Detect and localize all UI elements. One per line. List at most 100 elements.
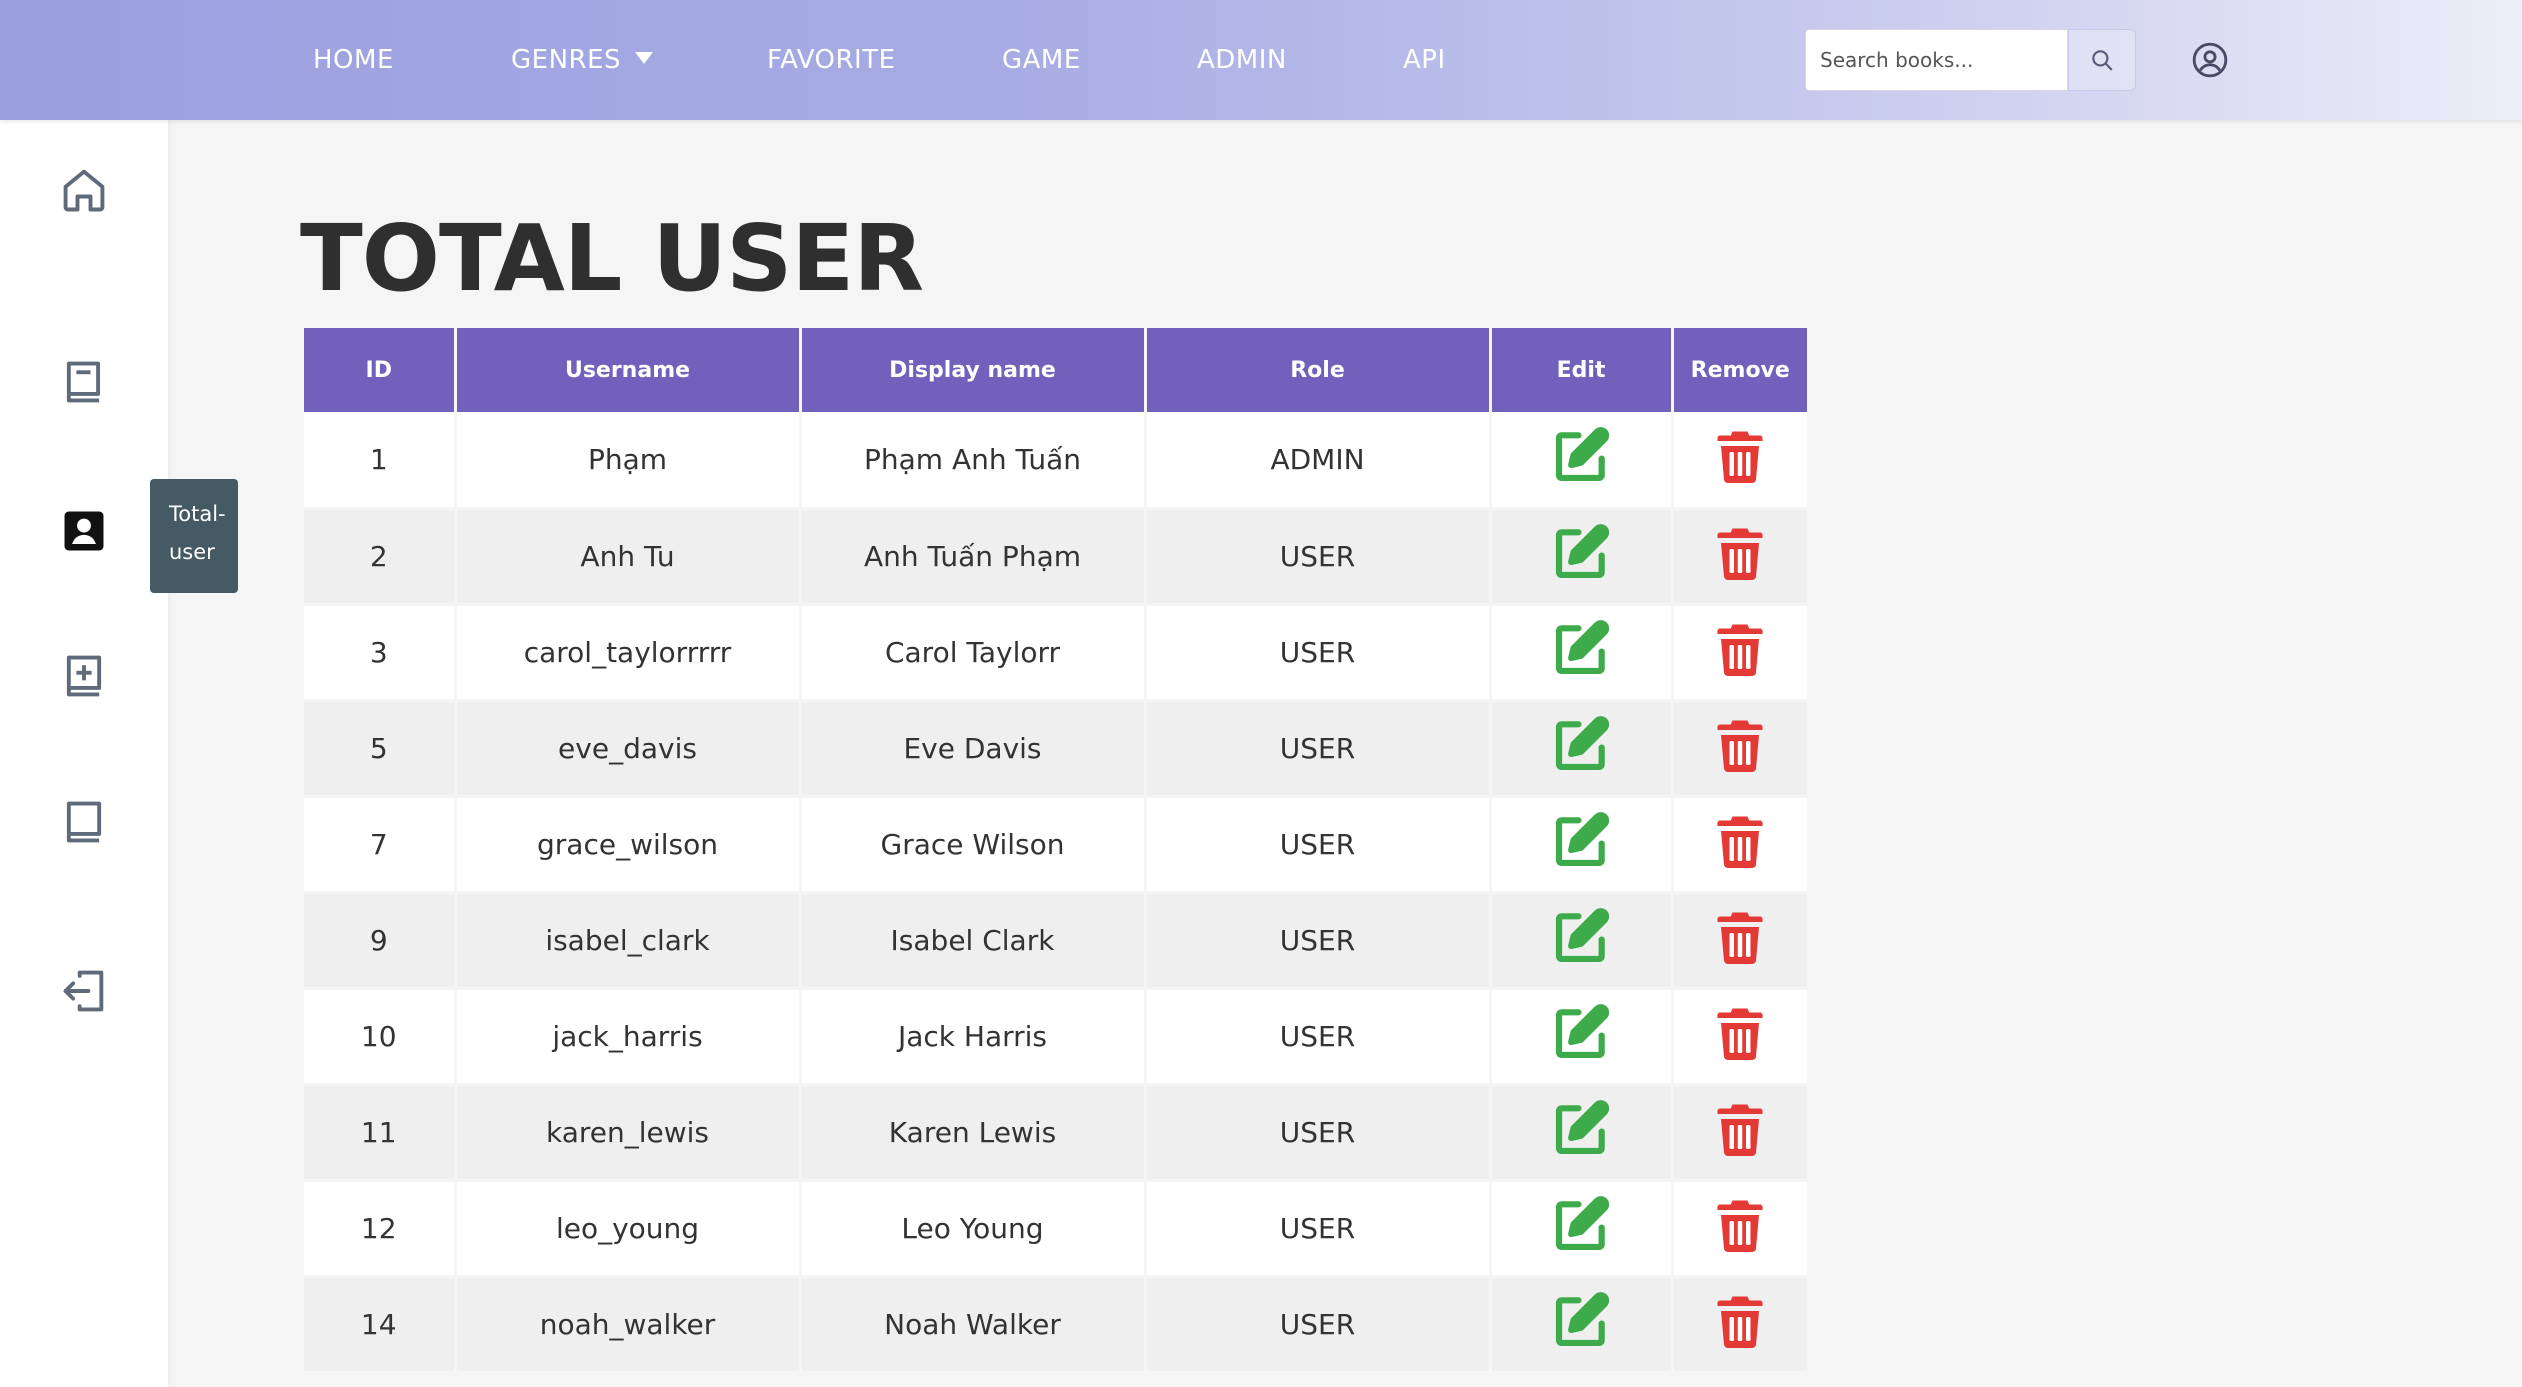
cell-edit xyxy=(1490,1180,1674,1278)
header-display-name: Display name xyxy=(800,328,1147,412)
trash-icon xyxy=(1717,1008,1763,1060)
cell-username: isabel_clark xyxy=(455,892,802,990)
edit-icon xyxy=(1555,1195,1610,1250)
cell-display-name: Karen Lewis xyxy=(800,1084,1147,1182)
user-account-button[interactable] xyxy=(2190,40,2230,80)
table-row: 9 isabel_clark Isabel Clark USER xyxy=(304,892,1807,990)
user-profile-icon xyxy=(64,511,104,551)
remove-button[interactable] xyxy=(1715,1293,1765,1349)
cell-role: USER xyxy=(1145,1276,1492,1374)
cell-display-name: Jack Harris xyxy=(800,988,1147,1086)
cell-edit xyxy=(1490,988,1674,1086)
cell-display-name: Leo Young xyxy=(800,1180,1147,1278)
edit-button[interactable] xyxy=(1550,810,1612,872)
cell-id: 9 xyxy=(304,892,457,990)
nav-genres-dropdown[interactable]: GENRES xyxy=(511,0,654,120)
edit-icon xyxy=(1555,1099,1610,1154)
edit-button[interactable] xyxy=(1550,906,1612,968)
remove-button[interactable] xyxy=(1715,621,1765,677)
search-button[interactable] xyxy=(2068,29,2136,91)
top-navbar: HOME GENRES FAVORITE GAME ADMIN API xyxy=(0,0,2522,120)
nav-game[interactable]: GAME xyxy=(1002,0,1081,120)
trash-icon xyxy=(1717,1296,1763,1348)
trash-icon xyxy=(1717,528,1763,580)
logout-icon xyxy=(63,970,104,1012)
cell-role: ADMIN xyxy=(1145,412,1492,510)
caret-down-icon xyxy=(635,51,654,64)
trash-icon xyxy=(1717,1104,1763,1156)
cell-display-name: Phạm Anh Tuấn xyxy=(800,412,1147,510)
edit-button[interactable] xyxy=(1550,1194,1612,1256)
cell-edit xyxy=(1490,796,1674,894)
cell-id: 5 xyxy=(304,700,457,798)
cell-role: USER xyxy=(1145,604,1492,702)
edit-button[interactable] xyxy=(1550,714,1612,776)
sidebar-item-home[interactable] xyxy=(54,160,114,220)
cell-id: 10 xyxy=(304,988,457,1086)
cell-remove xyxy=(1672,604,1807,702)
edit-icon xyxy=(1555,619,1610,674)
cell-remove xyxy=(1672,508,1807,606)
remove-button[interactable] xyxy=(1715,1101,1765,1157)
remove-button[interactable] xyxy=(1715,1005,1765,1061)
cell-remove xyxy=(1672,1276,1807,1374)
cell-display-name: Grace Wilson xyxy=(800,796,1147,894)
edit-button[interactable] xyxy=(1550,1098,1612,1160)
cell-edit xyxy=(1490,700,1674,798)
edit-button[interactable] xyxy=(1550,618,1612,680)
nav-home[interactable]: HOME xyxy=(313,0,394,120)
remove-button[interactable] xyxy=(1715,813,1765,869)
sidebar-item-total-user[interactable] xyxy=(54,501,114,561)
sidebar-tooltip: Total-user xyxy=(150,479,238,593)
cell-edit xyxy=(1490,604,1674,702)
book-outline-icon xyxy=(66,801,102,843)
nav-api[interactable]: API xyxy=(1403,0,1446,120)
edit-button[interactable] xyxy=(1550,522,1612,584)
remove-button[interactable] xyxy=(1715,909,1765,965)
table-row: 10 jack_harris Jack Harris USER xyxy=(304,988,1807,1086)
edit-button[interactable] xyxy=(1550,425,1612,487)
cell-remove xyxy=(1672,412,1807,510)
cell-display-name: Anh Tuấn Phạm xyxy=(800,508,1147,606)
edit-icon xyxy=(1555,1291,1610,1346)
header-edit: Edit xyxy=(1490,328,1674,412)
cell-remove xyxy=(1672,988,1807,1086)
table-row: 12 leo_young Leo Young USER xyxy=(304,1180,1807,1278)
nav-genres-label: GENRES xyxy=(511,45,622,75)
table-row: 1 Phạm Phạm Anh Tuấn ADMIN xyxy=(304,412,1807,510)
nav-admin[interactable]: ADMIN xyxy=(1197,0,1287,120)
cell-id: 2 xyxy=(304,508,457,606)
cell-role: USER xyxy=(1145,1084,1492,1182)
sidebar-item-books[interactable] xyxy=(54,352,114,412)
sidebar-item-library[interactable] xyxy=(54,792,114,852)
cell-remove xyxy=(1672,1180,1807,1278)
cell-role: USER xyxy=(1145,892,1492,990)
book-add-icon xyxy=(66,655,102,697)
search-icon xyxy=(2092,50,2113,71)
remove-button[interactable] xyxy=(1715,717,1765,773)
users-table: ID Username Display name Role Edit Remov… xyxy=(304,328,1807,1374)
cell-username: jack_harris xyxy=(455,988,802,1086)
edit-button[interactable] xyxy=(1550,1290,1612,1352)
remove-button[interactable] xyxy=(1715,525,1765,581)
book-icon xyxy=(66,361,101,403)
remove-button[interactable] xyxy=(1715,1197,1765,1253)
cell-id: 7 xyxy=(304,796,457,894)
user-circle-icon xyxy=(2192,42,2228,78)
sidebar-item-logout[interactable] xyxy=(54,961,114,1021)
edit-button[interactable] xyxy=(1550,1002,1612,1064)
sidebar-item-add-book[interactable] xyxy=(54,646,114,706)
search-input[interactable] xyxy=(1805,29,2068,91)
trash-icon xyxy=(1717,1200,1763,1252)
cell-username: Anh Tu xyxy=(455,508,802,606)
nav-favorite[interactable]: FAVORITE xyxy=(767,0,896,120)
cell-id: 11 xyxy=(304,1084,457,1182)
cell-display-name: Noah Walker xyxy=(800,1276,1147,1374)
cell-role: USER xyxy=(1145,1180,1492,1278)
cell-id: 14 xyxy=(304,1276,457,1374)
remove-button[interactable] xyxy=(1715,428,1765,484)
cell-display-name: Eve Davis xyxy=(800,700,1147,798)
cell-edit xyxy=(1490,892,1674,990)
cell-id: 12 xyxy=(304,1180,457,1278)
cell-username: karen_lewis xyxy=(455,1084,802,1182)
